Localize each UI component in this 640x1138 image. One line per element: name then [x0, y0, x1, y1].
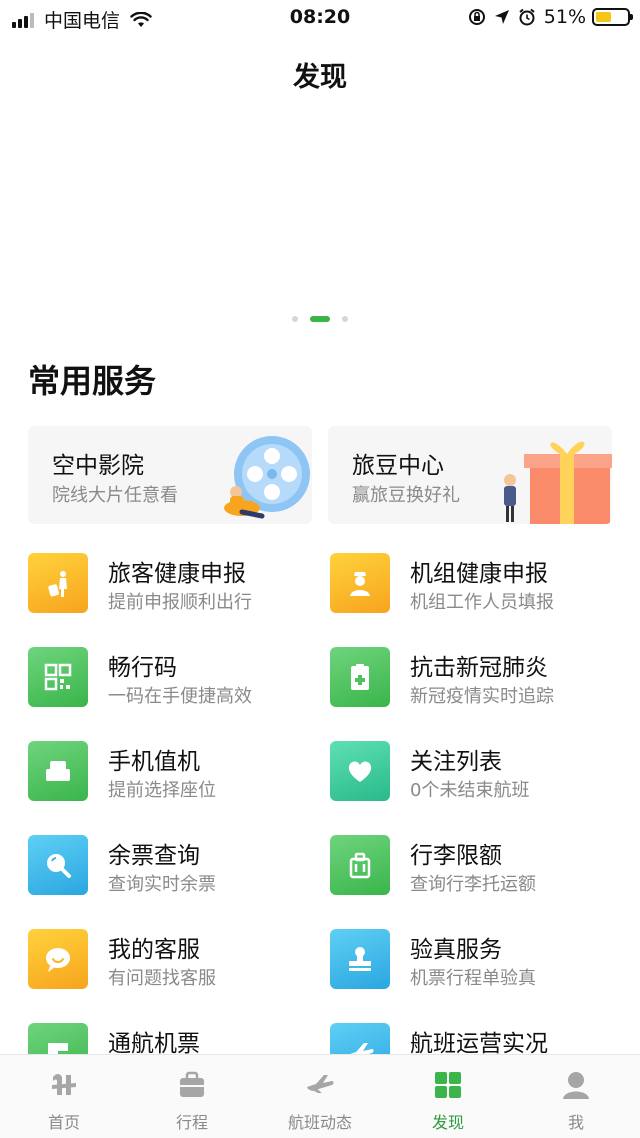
grid-icon	[435, 1072, 461, 1098]
service-subtitle: 有问题找客服	[108, 968, 216, 989]
service-item[interactable]: 抗击新冠肺炎新冠疫情实时追踪	[330, 642, 630, 712]
person-icon	[563, 1072, 589, 1099]
feature-card-subtitle: 赢旅豆换好礼	[352, 485, 460, 506]
service-subtitle: 机票行程单验真	[410, 968, 536, 989]
tab-home[interactable]: 首页	[0, 1055, 128, 1138]
battery-icon	[592, 8, 633, 26]
seat-icon	[28, 741, 88, 801]
tab-bar: 首页 行程 航班动态 发现 我	[0, 1054, 640, 1138]
service-title: 航班运营实况	[410, 1031, 548, 1057]
tab-trips[interactable]: 行程	[128, 1055, 256, 1138]
service-subtitle: 机组工作人员填报	[410, 592, 554, 613]
service-item[interactable]: 旅客健康申报提前申报顺利出行	[28, 548, 328, 618]
status-bar: 中国电信 08:20 51%	[0, 0, 640, 36]
orientation-lock-icon	[468, 9, 485, 25]
traveler-icon	[28, 553, 88, 613]
stamp-icon	[330, 929, 390, 989]
service-title: 手机值机	[108, 749, 200, 775]
service-item[interactable]: 行李限额查询行李托运额	[330, 830, 630, 900]
page-title: 发现	[293, 62, 347, 93]
service-subtitle: 查询行李托运额	[410, 874, 536, 895]
service-title: 通航机票	[108, 1031, 200, 1057]
battery-level	[596, 12, 611, 22]
medical-clipboard-icon	[330, 647, 390, 707]
heart-icon	[330, 741, 390, 801]
service-subtitle: 一码在手便捷高效	[108, 686, 252, 707]
carousel-dot-active	[310, 316, 330, 322]
service-title: 余票查询	[108, 843, 200, 869]
magnifier-icon	[28, 835, 88, 895]
service-item[interactable]: 验真服务机票行程单验真	[330, 924, 630, 994]
briefcase-icon	[180, 1071, 204, 1097]
service-subtitle: 查询实时余票	[108, 874, 216, 895]
tab-label: 发现	[431, 1113, 464, 1132]
banner-carousel[interactable]	[0, 100, 640, 320]
tab-label: 航班动态	[287, 1113, 352, 1132]
film-reel-icon	[224, 436, 310, 519]
tab-discover[interactable]: 发现	[384, 1055, 512, 1138]
gift-box-icon	[504, 441, 612, 524]
service-subtitle: 新冠疫情实时追踪	[410, 686, 554, 707]
service-title: 验真服务	[410, 937, 502, 963]
location-icon	[494, 10, 509, 24]
feature-card-title: 旅豆中心	[352, 453, 444, 479]
service-item[interactable]: 关注列表 0个未结束航班	[330, 736, 630, 806]
status-right: 51%	[468, 6, 633, 28]
service-title: 旅客健康申报	[108, 561, 246, 587]
service-item[interactable]: 手机值机提前选择座位	[28, 736, 328, 806]
service-title: 畅行码	[108, 655, 177, 681]
service-item[interactable]: 畅行码一码在手便捷高效	[28, 642, 328, 712]
service-title: 我的客服	[108, 937, 200, 963]
service-item[interactable]: 机组健康申报机组工作人员填报	[330, 548, 630, 618]
qr-code-icon	[28, 647, 88, 707]
service-title: 行李限额	[410, 843, 502, 869]
carousel-indicator	[0, 316, 640, 322]
carousel-dot	[292, 316, 298, 322]
service-subtitle: 提前选择座位	[108, 780, 216, 801]
service-item[interactable]: 余票查询查询实时余票	[28, 830, 328, 900]
service-subtitle: 提前申报顺利出行	[108, 592, 252, 613]
feature-card-points[interactable]: 旅豆中心 赢旅豆换好礼	[328, 426, 612, 524]
feature-card-subtitle: 院线大片任意看	[52, 485, 178, 506]
feature-card-title: 空中影院	[52, 453, 144, 479]
home-logo-icon	[52, 1074, 76, 1095]
service-title: 抗击新冠肺炎	[410, 655, 548, 681]
feature-card-cinema[interactable]: 空中影院 院线大片任意看	[28, 426, 312, 524]
carousel-dot	[342, 316, 348, 322]
pilot-icon	[330, 553, 390, 613]
chat-smile-icon	[28, 929, 88, 989]
plane-icon	[307, 1075, 334, 1093]
battery-percent: 51%	[543, 6, 586, 28]
discover-screen: 中国电信 08:20 51% 发现 常用服务 空中影院 院线大片任意看 旅豆中心…	[0, 0, 640, 1138]
section-title: 常用服务	[28, 362, 157, 400]
service-subtitle: 0个未结束航班	[410, 780, 530, 801]
service-title: 关注列表	[410, 749, 502, 775]
tab-label: 我	[567, 1113, 584, 1132]
tab-label: 首页	[47, 1113, 80, 1132]
tab-label: 行程	[175, 1113, 208, 1132]
tab-flight-status[interactable]: 航班动态	[256, 1055, 384, 1138]
tab-me[interactable]: 我	[512, 1055, 640, 1138]
luggage-icon	[330, 835, 390, 895]
service-title: 机组健康申报	[410, 561, 548, 587]
alarm-icon	[519, 8, 535, 26]
service-item[interactable]: 我的客服有问题找客服	[28, 924, 328, 994]
